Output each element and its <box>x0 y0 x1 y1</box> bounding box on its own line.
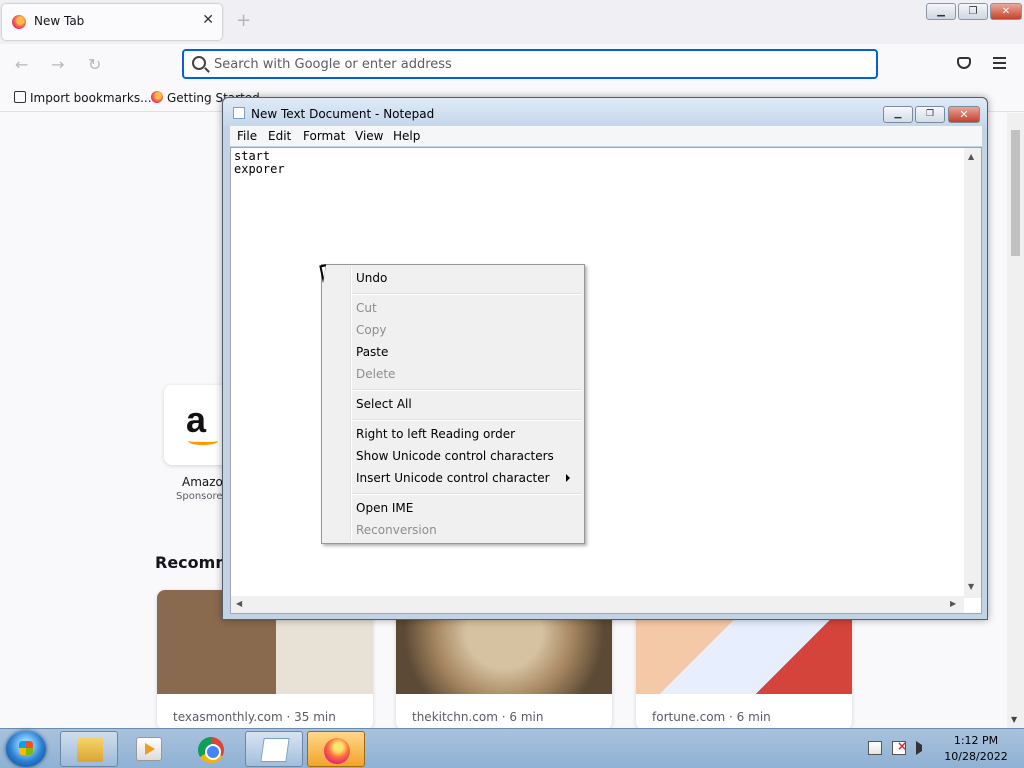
reload-button[interactable]: ↻ <box>88 55 101 74</box>
menu-item-delete[interactable]: Delete <box>324 363 582 385</box>
menu-separator <box>352 389 582 391</box>
taskbar-firefox-button[interactable] <box>307 731 365 767</box>
menu-item-reconversion[interactable]: Reconversion <box>324 519 582 541</box>
tab-new-tab[interactable]: New Tab ✕ <box>2 4 222 40</box>
taskbar: 1:12 PM 10/28/2022 <box>0 728 1024 768</box>
tab-title: New Tab <box>34 14 85 28</box>
menu-item-cut[interactable]: Cut <box>324 297 582 319</box>
back-button[interactable]: ← <box>15 55 28 74</box>
bookmark-import[interactable]: Import bookmarks... <box>14 91 152 105</box>
menu-edit[interactable]: Edit <box>268 129 291 143</box>
menu-item-label: Insert Unicode control character <box>356 471 550 485</box>
notepad-title: New Text Document - Notepad <box>251 107 435 121</box>
clock-date: 10/28/2022 <box>944 750 1008 763</box>
menu-item-select-all[interactable]: Select All <box>324 393 582 415</box>
scroll-right-icon[interactable]: ▶ <box>950 599 956 608</box>
firefox-icon <box>151 91 163 103</box>
firefox-icon <box>324 738 350 764</box>
volume-icon[interactable] <box>916 741 922 755</box>
windows-logo-icon <box>19 741 33 755</box>
folder-icon <box>77 738 103 762</box>
menu-view[interactable]: View <box>355 129 383 143</box>
notepad-content[interactable]: start exporer <box>234 150 285 176</box>
taskbar-explorer-button[interactable] <box>60 731 118 767</box>
menu-item-undo[interactable]: Undo <box>324 267 582 289</box>
story-source: fortune.com · 6 min <box>652 710 771 724</box>
menu-file[interactable]: File <box>237 129 257 143</box>
notepad-minimize-button[interactable]: ▁ <box>883 106 913 123</box>
menu-item-show-unicode[interactable]: Show Unicode control characters <box>324 445 582 467</box>
menu-item-insert-unicode[interactable]: Insert Unicode control character <box>324 467 582 489</box>
story-source: thekitchn.com · 6 min <box>412 710 544 724</box>
system-tray <box>862 735 942 763</box>
tab-bar: New Tab ✕ + ▁ ❐ ✕ <box>0 0 1024 44</box>
menu-separator <box>352 493 582 495</box>
taskbar-notepad-button[interactable] <box>245 731 303 767</box>
notepad-restore-button[interactable]: ❐ <box>915 106 945 123</box>
notepad-menu-bar: File Edit Format View Help <box>230 126 982 146</box>
forward-button[interactable]: → <box>51 55 64 74</box>
chrome-icon <box>198 737 224 763</box>
start-button[interactable] <box>6 731 46 767</box>
scroll-down-icon[interactable]: ▼ <box>1011 715 1017 724</box>
new-tab-button[interactable]: + <box>236 10 251 31</box>
top-site-sponsored: Sponsored <box>176 491 229 502</box>
firefox-favicon-icon <box>12 15 26 29</box>
notepad-vertical-scrollbar[interactable]: ▲ ▼ <box>964 148 981 598</box>
url-input[interactable] <box>214 55 854 73</box>
amazon-logo-icon: a <box>186 399 207 440</box>
pocket-icon[interactable] <box>957 57 971 69</box>
menu-item-copy[interactable]: Copy <box>324 319 582 341</box>
menu-item-paste[interactable]: Paste <box>324 341 582 363</box>
clock-time: 1:12 PM <box>953 734 999 747</box>
url-bar[interactable] <box>182 49 878 79</box>
menu-item-open-ime[interactable]: Open IME <box>324 497 582 519</box>
restore-button[interactable]: ❐ <box>958 3 988 20</box>
menu-separator <box>352 293 582 295</box>
media-player-icon <box>136 737 162 761</box>
menu-help[interactable]: Help <box>393 129 420 143</box>
amazon-smile-icon <box>188 437 218 445</box>
context-menu: Undo Cut Copy Paste Delete Select All Ri… <box>321 264 585 544</box>
system-clock[interactable]: 1:12 PM 10/28/2022 <box>940 733 1012 765</box>
menu-item-rtl-reading-order[interactable]: Right to left Reading order <box>324 423 582 445</box>
taskbar-media-player-button[interactable] <box>120 731 178 767</box>
notepad-close-button[interactable]: ✕ <box>948 106 980 123</box>
page-scrollbar[interactable]: ▼ <box>1007 113 1024 728</box>
notepad-horizontal-scrollbar[interactable]: ◀ ▶ <box>231 596 964 613</box>
navigation-toolbar: ← → ↻ <box>0 44 1024 86</box>
menu-format[interactable]: Format <box>303 129 345 143</box>
hamburger-menu-icon[interactable] <box>993 57 1006 69</box>
story-source: texasmonthly.com · 35 min <box>173 710 336 724</box>
import-icon <box>14 91 26 103</box>
notepad-icon <box>233 107 245 119</box>
search-icon <box>192 56 206 70</box>
scroll-thumb[interactable] <box>1011 130 1020 256</box>
action-center-flag-icon[interactable] <box>868 741 882 755</box>
scroll-down-icon[interactable]: ▼ <box>968 582 974 591</box>
submenu-arrow-icon <box>566 474 570 482</box>
close-button[interactable]: ✕ <box>990 3 1022 20</box>
notepad-title-bar[interactable]: New Text Document - Notepad ▁ ❐ ✕ <box>223 98 987 126</box>
notepad-icon <box>260 738 290 762</box>
menu-separator <box>352 419 582 421</box>
network-disconnected-icon[interactable] <box>892 739 907 755</box>
scroll-up-icon[interactable]: ▲ <box>968 152 974 161</box>
minimize-button[interactable]: ▁ <box>926 3 956 20</box>
tab-close-icon[interactable]: ✕ <box>202 12 214 28</box>
scroll-left-icon[interactable]: ◀ <box>236 599 242 608</box>
taskbar-chrome-button[interactable] <box>182 731 240 767</box>
